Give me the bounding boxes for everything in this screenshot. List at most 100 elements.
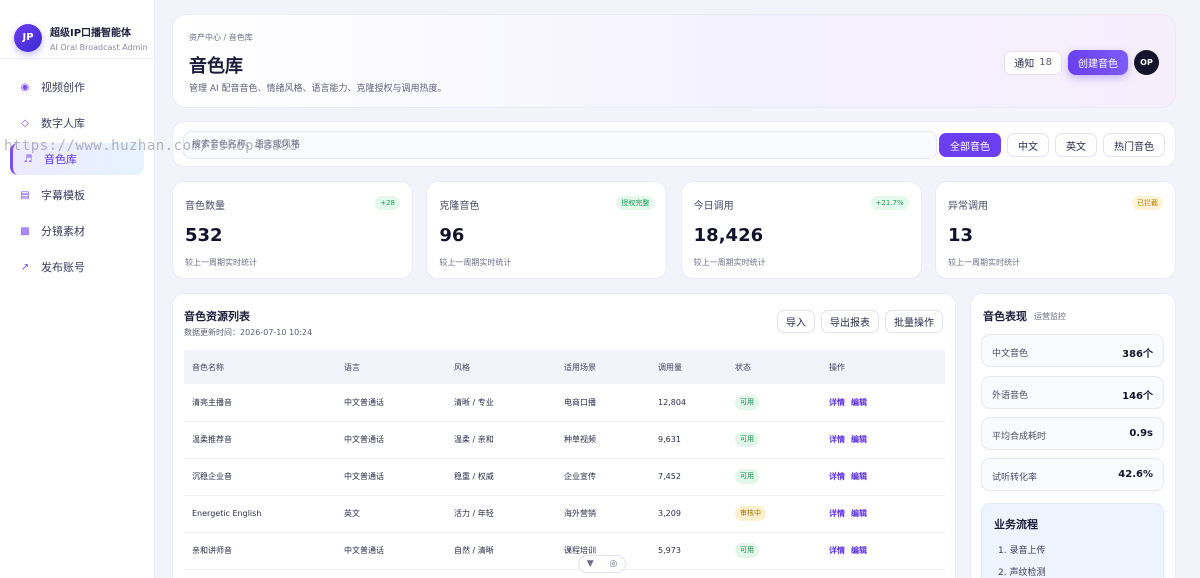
stat-badge: 授权完整 <box>616 196 655 210</box>
business-flow: 业务流程 1. 录音上传 2. 声纹检测 <box>981 503 1164 578</box>
metric-label: 试听转化率 <box>992 473 1038 483</box>
cell-language: 中文普通话 <box>336 532 446 570</box>
edit-link[interactable]: 编辑 <box>851 398 867 407</box>
cell-scene: 企业宣传 <box>556 458 650 496</box>
metric-label: 平均合成耗时 <box>992 432 1047 442</box>
table-row: Energetic English 英文 活力 / 年轻 海外营销 3,209 … <box>184 495 945 533</box>
sidebar-item-storyboard[interactable]: ▩ 分镜素材 <box>10 215 144 247</box>
table-row: 沉稳企业音 中文普通话 稳重 / 权威 企业宣传 7,452 可用 详情 编辑 <box>184 458 945 496</box>
cell-calls: 7,452 <box>650 458 727 496</box>
filter-chip-popular[interactable]: 热门音色 <box>1103 133 1165 157</box>
cell-name: 亲和讲师音 <box>184 532 336 570</box>
cell-language: 中文普通话 <box>336 458 446 496</box>
digital-human-icon: ◇ <box>21 117 29 129</box>
page-title: 音色库 <box>189 56 243 77</box>
brand: JP 超级IP口播智能体 AI Oral Broadcast Admin <box>0 0 154 59</box>
brand-logo: JP <box>14 23 42 52</box>
detail-link[interactable]: 详情 <box>829 546 845 555</box>
metric-label: 外语音色 <box>992 391 1029 401</box>
subtitle-template-icon: ▤ <box>20 189 30 201</box>
export-report-button[interactable]: 导出报表 <box>821 310 879 333</box>
cell-name: 清亮主播音 <box>184 384 336 422</box>
table-row: 温柔推荐音 中文普通话 温柔 / 亲和 种草视频 9,631 可用 详情 编辑 <box>184 421 945 459</box>
cell-style: 稳重 / 权威 <box>446 458 556 496</box>
cell-calls: 5,973 <box>650 532 727 570</box>
video-create-icon: ◉ <box>20 81 30 93</box>
stat-value: 13 <box>947 225 974 246</box>
voice-resource-table-card: 音色资源列表 数据更新时间：2026-07-10 10:24 导入 导出报表 批… <box>172 293 956 578</box>
voice-table: 音色名称 语言 风格 适用场景 调用量 状态 操作 清亮主播音 中文普通话 清晰… <box>184 350 945 570</box>
status-badge: 审核中 <box>735 506 766 521</box>
voice-performance-panel: 音色表现 运营监控 中文音色 386个 外语音色 146个 平均合成耗时 0.9… <box>970 293 1176 578</box>
watermark: https://www.huzhan.com/ishop48893 <box>4 138 299 154</box>
stat-note: 较上一周期实时统计 <box>185 258 257 267</box>
edit-link[interactable]: 编辑 <box>851 546 867 555</box>
import-button[interactable]: 导入 <box>777 310 815 333</box>
sidebar-item-publish-account[interactable]: ↗ 发布账号 <box>10 251 144 283</box>
edit-link[interactable]: 编辑 <box>851 472 867 481</box>
batch-action-button[interactable]: 批量操作 <box>885 310 943 333</box>
stat-label: 异常调用 <box>947 201 988 212</box>
stat-badge: +21.7% <box>870 196 909 210</box>
notification-count: 18 <box>1039 57 1052 68</box>
sidebar: JP 超级IP口播智能体 AI Oral Broadcast Admin ◉ 视… <box>0 0 155 578</box>
metric-foreign-voices: 外语音色 146个 <box>981 376 1164 409</box>
sidebar-item-video-create[interactable]: ◉ 视频创作 <box>10 71 144 103</box>
brand-subtitle: AI Oral Broadcast Admin <box>50 42 148 52</box>
sidebar-item-label: 字幕模板 <box>41 189 85 202</box>
detail-link[interactable]: 详情 <box>829 398 845 407</box>
cell-language: 中文普通话 <box>336 421 446 459</box>
metric-label: 中文音色 <box>992 349 1029 359</box>
page-description: 管理 AI 配音音色、情绪风格、语言能力、克隆授权与调用热度。 <box>189 84 447 94</box>
stat-badge: +28 <box>375 196 400 210</box>
metric-avg-synthesis-time: 平均合成耗时 0.9s <box>981 417 1164 450</box>
cell-style: 活力 / 年轻 <box>446 495 556 533</box>
cell-language: 英文 <box>336 495 446 533</box>
stat-card-voice-count: 音色数量 +28 532 较上一周期实时统计 <box>172 181 413 279</box>
brand-title: 超级IP口播智能体 <box>50 27 132 39</box>
sidebar-item-subtitle-template[interactable]: ▤ 字幕模板 <box>10 179 144 211</box>
stat-card-cloned-voice: 克隆音色 授权完整 96 较上一周期实时统计 <box>426 181 668 279</box>
target-icon[interactable]: ◎ <box>609 559 617 569</box>
edit-link[interactable]: 编辑 <box>851 509 867 518</box>
table-row: 清亮主播音 中文普通话 清晰 / 专业 电商口播 12,804 可用 详情 编辑 <box>184 384 945 422</box>
breadcrumb: 资产中心 / 音色库 <box>189 33 253 42</box>
filter-chip-all[interactable]: 全部音色 <box>939 133 1001 157</box>
table-updated-time: 数据更新时间：2026-07-10 10:24 <box>184 328 313 337</box>
notification-button[interactable]: 通知 18 <box>1004 50 1062 75</box>
flow-title: 业务流程 <box>994 518 1038 531</box>
stat-label: 今日调用 <box>693 201 734 212</box>
flow-step: 1. 录音上传 <box>998 546 1046 556</box>
column-header: 适用场景 <box>564 362 596 372</box>
table-row: 亲和讲师音 中文普通话 自然 / 清晰 课程培训 5,973 可用 详情 编辑 <box>184 532 945 570</box>
metric-value: 146个 <box>1122 391 1153 402</box>
stat-note: 较上一周期实时统计 <box>947 258 1020 267</box>
detail-link[interactable]: 详情 <box>829 435 845 444</box>
detail-link[interactable]: 详情 <box>829 509 845 518</box>
cell-scene: 电商口播 <box>556 384 650 422</box>
page-header: 资产中心 / 音色库 音色库 管理 AI 配音音色、情绪风格、语言能力、克隆授权… <box>172 14 1176 108</box>
filter-chip-english[interactable]: 英文 <box>1055 133 1097 157</box>
cell-calls: 12,804 <box>650 384 727 422</box>
publish-arrow-icon: ↗ <box>20 261 30 273</box>
stat-label: 音色数量 <box>185 201 225 212</box>
cell-calls: 3,209 <box>650 495 727 533</box>
cell-language: 中文普通话 <box>336 384 446 422</box>
cell-name: Energetic English <box>184 495 336 533</box>
stat-note: 较上一周期实时统计 <box>693 258 766 267</box>
edit-link[interactable]: 编辑 <box>851 435 867 444</box>
sidebar-item-digital-human[interactable]: ◇ 数字人库 <box>10 107 144 139</box>
status-badge: 可用 <box>735 469 759 484</box>
column-header: 语言 <box>344 362 360 372</box>
filter-chip-chinese[interactable]: 中文 <box>1007 133 1049 157</box>
filter-bar: 搜索音色名称、语言或风格 全部音色 中文 英文 热门音色 <box>172 121 1176 167</box>
triangle-down-icon[interactable]: ▼ <box>587 559 594 569</box>
cell-scene: 海外营销 <box>556 495 650 533</box>
create-voice-button[interactable]: 创建音色 <box>1068 50 1128 75</box>
avatar[interactable]: OP <box>1134 50 1159 75</box>
status-badge: 可用 <box>735 394 759 410</box>
column-header: 音色名称 <box>192 362 224 372</box>
cell-style: 清晰 / 专业 <box>446 384 556 422</box>
storyboard-icon: ▩ <box>20 225 30 237</box>
detail-link[interactable]: 详情 <box>829 472 845 481</box>
